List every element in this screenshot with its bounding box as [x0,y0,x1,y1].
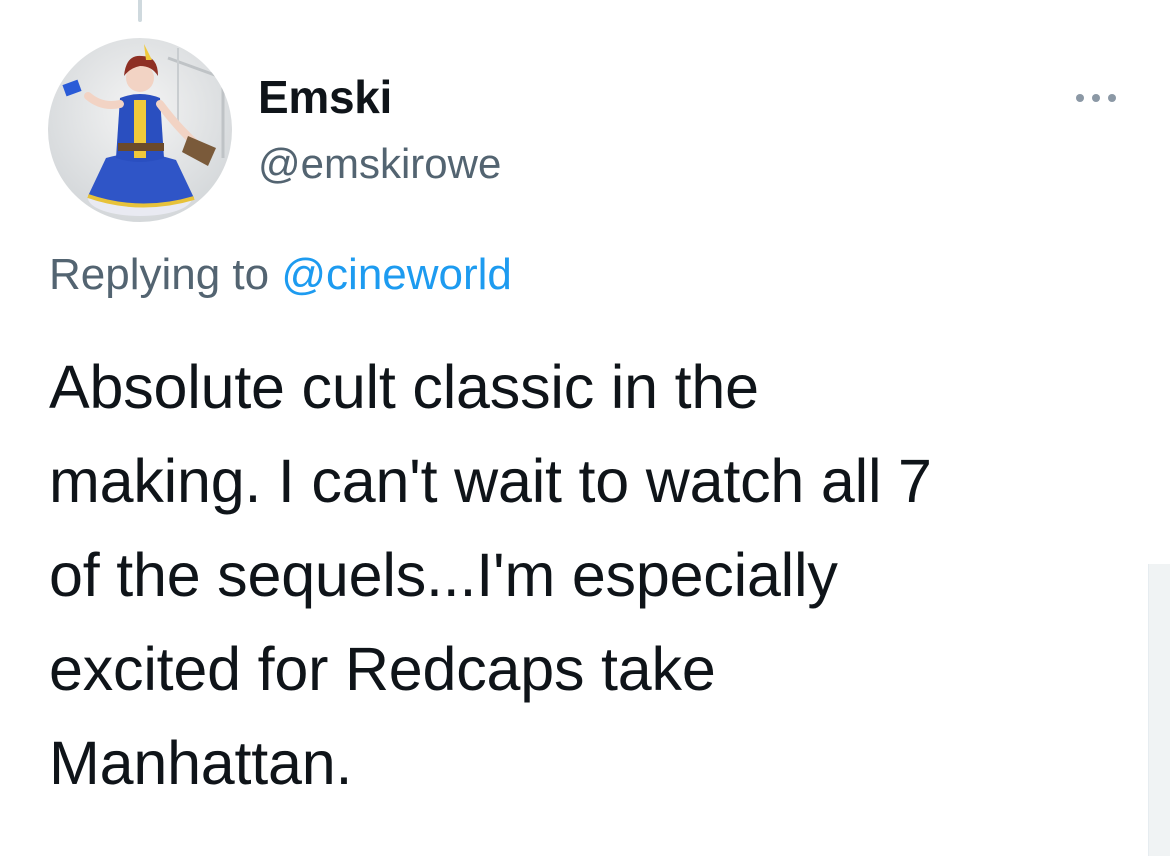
scrollbar[interactable] [1148,564,1170,856]
tweet-line: making. I can't wait to watch all 7 [49,447,932,515]
reply-context-prefix: Replying to [49,250,270,299]
tweet-line: of the sequels...I'm especially [49,541,838,609]
tweet-line: excited for Redcaps take [49,635,716,703]
author-display-name[interactable]: Emski [258,70,392,124]
more-options-button[interactable] [1068,80,1124,116]
author-handle[interactable]: @emskirowe [258,140,501,188]
avatar-photo [48,38,232,222]
reply-mention-link[interactable]: @cineworld [281,250,512,299]
thread-connector-line [138,0,142,22]
tweet-line: Manhattan. [49,729,353,797]
ellipsis-icon [1076,94,1116,102]
reply-context: Replying to @cineworld [49,250,512,300]
avatar[interactable] [48,38,232,222]
tweet-body: Absolute cult classic in the making. I ca… [49,340,1139,810]
tweet-line: Absolute cult classic in the [49,353,759,421]
